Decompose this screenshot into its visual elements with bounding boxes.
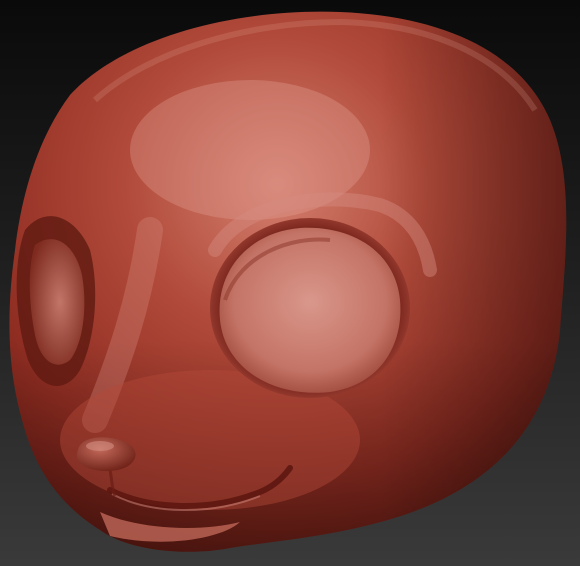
sculpt-viewport[interactable] — [0, 0, 580, 566]
sculpt-canvas — [9, 11, 567, 552]
right-eye — [219, 227, 401, 393]
